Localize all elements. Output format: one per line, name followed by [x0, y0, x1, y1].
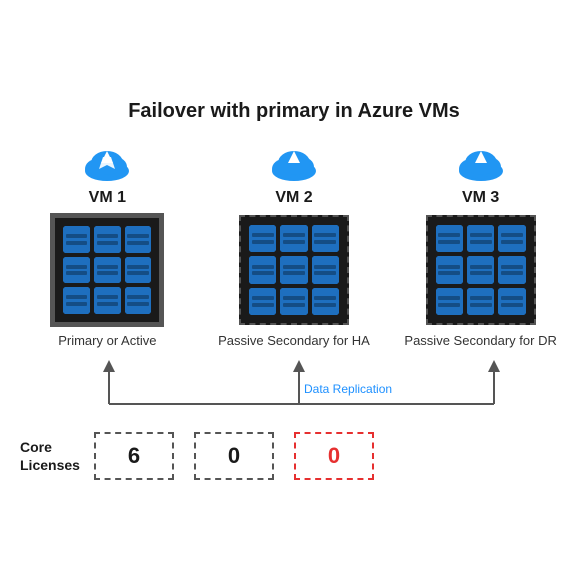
- vm1-box: [52, 215, 162, 325]
- chip: [312, 288, 339, 315]
- license-box-vm1: 6: [94, 432, 174, 480]
- chip: [94, 226, 121, 253]
- vm2-box: [239, 215, 349, 325]
- chip: [280, 225, 307, 252]
- vm2-column: VM 2 Passive Secondary for HA: [214, 141, 374, 350]
- vm1-label: VM 1: [89, 189, 126, 207]
- chip: [467, 288, 494, 315]
- vm1-column: VM 1 Primary or Active: [27, 141, 187, 350]
- arrows-area: Data Replication: [14, 352, 574, 414]
- chip: [249, 256, 276, 283]
- chip: [498, 288, 525, 315]
- chip: [249, 225, 276, 252]
- chip: [63, 226, 90, 253]
- chip: [312, 256, 339, 283]
- arrows-svg: [14, 352, 574, 414]
- vms-row: VM 1 Primary or Active: [14, 141, 574, 350]
- chip: [467, 225, 494, 252]
- vm1-caption: Primary or Active: [58, 333, 156, 350]
- chip: [498, 225, 525, 252]
- chip: [125, 226, 152, 253]
- chip: [467, 256, 494, 283]
- license-box-vm3: 0: [294, 432, 374, 480]
- vm3-box: [426, 215, 536, 325]
- chip: [94, 257, 121, 284]
- cloud-icon-vm3: [453, 141, 509, 183]
- page-title: Failover with primary in Azure VMs: [14, 100, 574, 123]
- license-box-vm2: 0: [194, 432, 274, 480]
- vm3-column: VM 3 Passive Secondary for DR: [401, 141, 561, 350]
- vm2-caption: Passive Secondary for HA: [218, 333, 370, 350]
- licenses-label: Core Licenses: [20, 438, 80, 474]
- chip: [312, 225, 339, 252]
- cloud-icon-vm1: [79, 141, 135, 183]
- chip: [436, 225, 463, 252]
- licenses-row: Core Licenses 6 0 0: [14, 432, 574, 480]
- chip: [498, 256, 525, 283]
- data-replication-text: Data Replication: [304, 382, 392, 396]
- cloud-icon-vm2: [266, 141, 322, 183]
- chip: [63, 287, 90, 314]
- chip: [125, 287, 152, 314]
- vm3-label: VM 3: [462, 189, 499, 207]
- vm3-caption: Passive Secondary for DR: [404, 333, 556, 350]
- chip: [94, 287, 121, 314]
- chip: [125, 257, 152, 284]
- chip: [280, 256, 307, 283]
- vm2-label: VM 2: [275, 189, 312, 207]
- main-container: Failover with primary in Azure VMs VM 1: [4, 84, 584, 490]
- chip: [436, 256, 463, 283]
- chip: [280, 288, 307, 315]
- chip: [436, 288, 463, 315]
- chip: [249, 288, 276, 315]
- chip: [63, 257, 90, 284]
